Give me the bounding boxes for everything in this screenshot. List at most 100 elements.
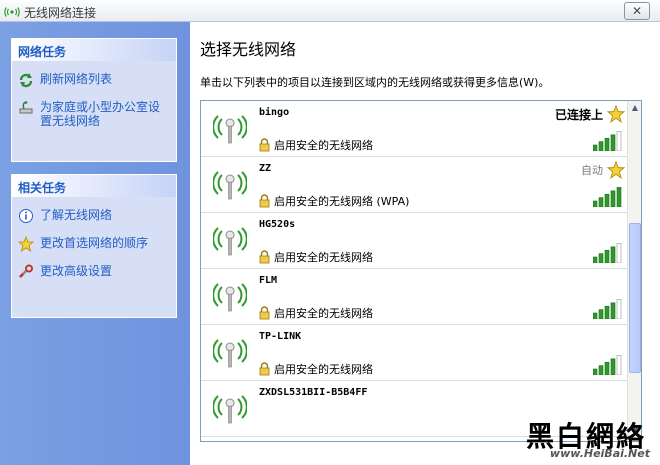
signal-strength-icon xyxy=(593,243,622,263)
signal-strength-icon xyxy=(593,355,622,375)
security-label: 启用安全的无线网络 xyxy=(274,307,373,320)
signal-strength-icon xyxy=(593,299,622,319)
signal-bar xyxy=(593,256,598,263)
refresh-network-list-link[interactable]: 刷新网络列表 xyxy=(18,72,170,88)
security-label: 启用安全的无线网络 (WPA) xyxy=(274,195,410,208)
security-info: 启用安全的无线网络 xyxy=(259,249,373,265)
lock-icon xyxy=(259,306,270,320)
task-label: 更改高级设置 xyxy=(40,264,113,278)
scrollbar[interactable]: ▲ ▼ xyxy=(627,101,641,441)
signal-bar xyxy=(593,200,598,207)
task-label: 为家庭或小型办公室设置无线网络 xyxy=(40,100,161,128)
antenna-icon xyxy=(213,227,247,256)
network-item[interactable]: bingo 已连接上启用安全的无线网络 xyxy=(201,101,629,157)
task-label: 更改首选网络的顺序 xyxy=(40,236,149,250)
signal-bar xyxy=(610,246,616,263)
wireless-network-icon xyxy=(4,7,20,17)
network-item[interactable]: FLM 启用安全的无线网络 xyxy=(201,269,629,325)
antenna-icon xyxy=(213,171,247,200)
signal-strength-icon xyxy=(593,187,622,207)
signal-bar xyxy=(616,131,622,151)
change-preferred-order-link[interactable]: 更改首选网络的顺序 xyxy=(18,236,170,252)
watermark: 黑白網絡 www.HeiBai.Net xyxy=(516,415,656,465)
signal-bar xyxy=(616,355,622,375)
connection-status: 自动 xyxy=(581,164,603,177)
signal-bar xyxy=(616,243,622,263)
preferred-star-icon xyxy=(607,105,625,123)
signal-strength-icon xyxy=(593,131,622,151)
antenna-icon xyxy=(213,395,247,424)
security-info: 启用安全的无线网络 xyxy=(259,361,373,377)
change-advanced-settings-link[interactable]: 更改高级设置 xyxy=(18,264,170,280)
lock-icon xyxy=(259,194,270,208)
antenna-icon xyxy=(213,339,247,368)
security-label: 启用安全的无线网络 xyxy=(274,251,373,264)
signal-bar xyxy=(616,299,622,319)
network-name: HG520s xyxy=(259,219,296,230)
signal-bar xyxy=(604,361,610,375)
lock-icon xyxy=(259,138,270,152)
window-title: 无线网络连接 xyxy=(24,6,97,20)
network-name: bingo xyxy=(259,107,290,118)
learn-wireless-link[interactable]: 了解无线网络 xyxy=(18,208,170,224)
network-name: ZXDSL531BII-B5B4FF xyxy=(259,387,368,398)
task-pane: 网络任务 刷新网络列表 为家庭或小型办公室设置无线网络 相关任务 了解无线网络 … xyxy=(0,22,190,465)
signal-bar xyxy=(610,190,616,207)
signal-bar xyxy=(610,358,616,375)
page-description: 单击以下列表中的项目以连接到区域内的无线网络或获得更多信息(W)。 xyxy=(200,76,550,89)
refresh-icon xyxy=(19,73,33,88)
signal-bar xyxy=(598,365,604,375)
network-name: TP-LINK xyxy=(259,331,302,342)
watermark-url: www.HeiBai.Net xyxy=(549,447,650,460)
network-name: FLM xyxy=(259,275,278,286)
antenna-icon xyxy=(213,283,247,312)
signal-bar xyxy=(610,302,616,319)
star-icon xyxy=(18,236,34,252)
network-tasks-group: 网络任务 刷新网络列表 为家庭或小型办公室设置无线网络 xyxy=(11,38,177,162)
lock-icon xyxy=(259,362,270,376)
network-item[interactable]: ZZ 自动启用安全的无线网络 (WPA) xyxy=(201,157,629,213)
signal-bar xyxy=(593,368,598,375)
close-icon: ✕ xyxy=(631,4,643,18)
signal-bar xyxy=(604,249,610,263)
signal-bar xyxy=(616,187,622,207)
security-info: 启用安全的无线网络 xyxy=(259,305,373,321)
connection-status: 已连接上 xyxy=(554,108,603,122)
title-bar: 无线网络连接 ✕ xyxy=(0,0,660,22)
page-title: 选择无线网络 xyxy=(200,40,297,59)
network-list[interactable]: bingo 已连接上 启用安全的无线网络 ZZ 自动 启用安全的无线网络 (WPA) HG5… xyxy=(200,100,642,442)
security-info: 启用安全的无线网络 (WPA) xyxy=(259,193,409,209)
setup-network-icon xyxy=(19,101,33,114)
lock-icon xyxy=(259,250,270,264)
signal-bar xyxy=(593,312,598,319)
signal-bar xyxy=(604,305,610,319)
task-label: 刷新网络列表 xyxy=(40,72,113,86)
signal-bar xyxy=(598,253,604,263)
preferred-star-icon xyxy=(607,161,625,179)
security-info: 启用安全的无线网络 xyxy=(259,137,373,153)
info-icon xyxy=(19,209,33,223)
signal-bar xyxy=(610,134,616,151)
scroll-up-icon[interactable]: ▲ xyxy=(629,103,641,117)
network-tasks-title: 网络任务 xyxy=(12,39,176,61)
close-button[interactable]: ✕ xyxy=(624,2,650,20)
signal-bar xyxy=(604,137,610,151)
antenna-icon xyxy=(213,115,247,144)
settings-icon xyxy=(19,264,33,278)
task-label: 了解无线网络 xyxy=(40,208,113,222)
setup-home-network-link[interactable]: 为家庭或小型办公室设置无线网络 xyxy=(18,100,170,128)
network-item[interactable]: HG520s 启用安全的无线网络 xyxy=(201,213,629,269)
network-item[interactable]: TP-LINK 启用安全的无线网络 xyxy=(201,325,629,381)
network-name: ZZ xyxy=(259,163,272,174)
security-label: 启用安全的无线网络 xyxy=(274,139,373,152)
related-tasks-group: 相关任务 了解无线网络 更改首选网络的顺序 更改高级设置 xyxy=(11,174,177,318)
main-pane: 选择无线网络 单击以下列表中的项目以连接到区域内的无线网络或获得更多信息(W)。… xyxy=(190,22,660,465)
signal-bar xyxy=(598,197,604,207)
signal-bar xyxy=(598,141,604,151)
security-label: 启用安全的无线网络 xyxy=(274,363,373,376)
signal-bar xyxy=(598,309,604,319)
related-tasks-title: 相关任务 xyxy=(12,175,176,197)
signal-bar xyxy=(593,144,598,151)
signal-bar xyxy=(604,193,610,207)
scroll-thumb[interactable] xyxy=(629,223,641,373)
